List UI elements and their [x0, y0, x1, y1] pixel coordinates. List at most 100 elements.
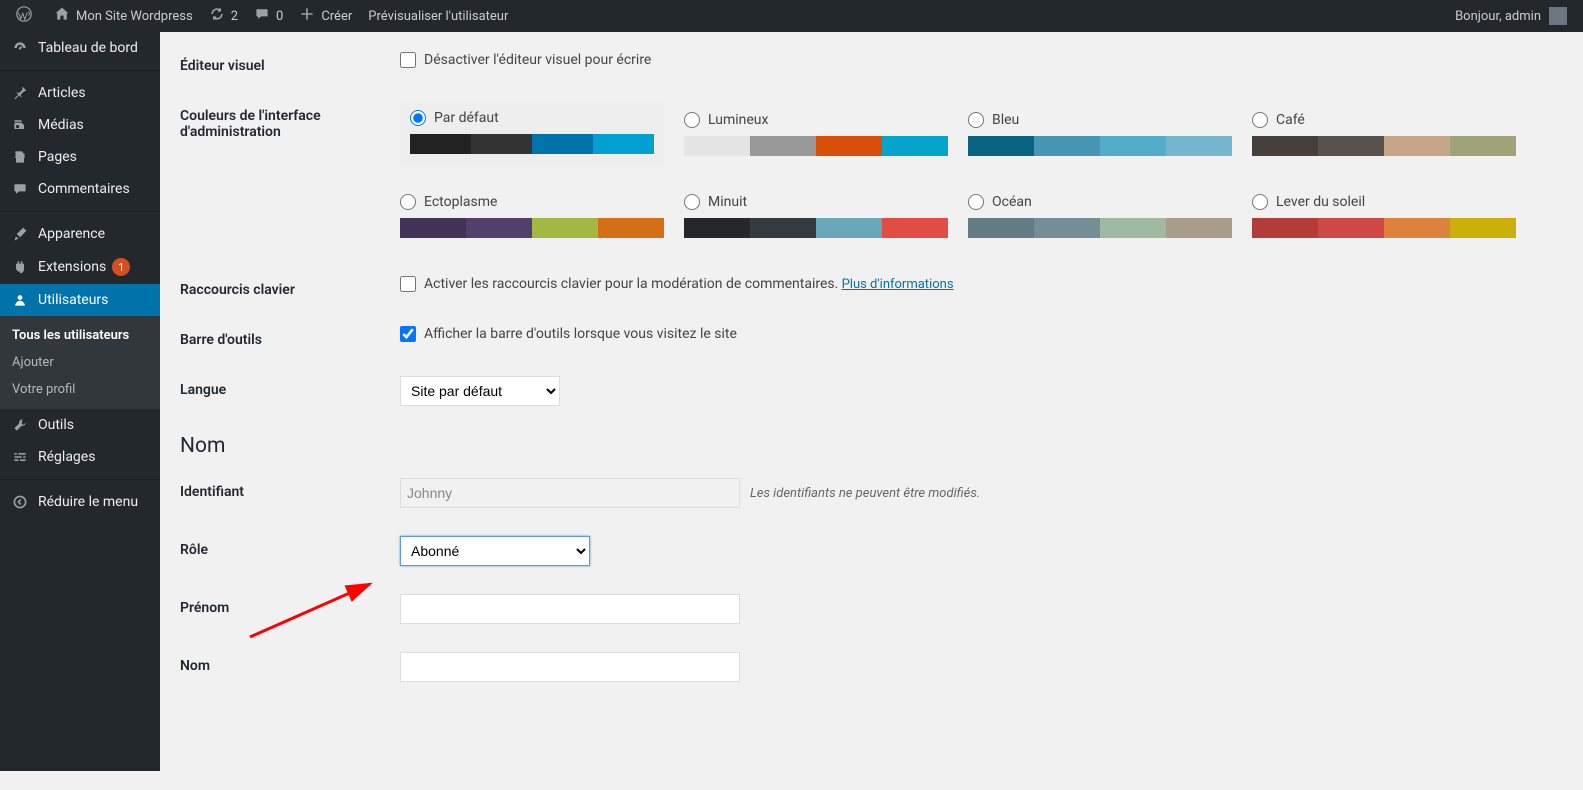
admin-sidebar: Tableau de bord Articles Médias Pages Co… — [0, 32, 160, 771]
color-scheme-name: Lumineux — [708, 112, 768, 128]
color-scheme-option[interactable]: Bleu — [968, 102, 1232, 166]
shortcuts-label: Raccourcis clavier — [180, 276, 400, 298]
menu-collapse[interactable]: Réduire le menu — [0, 486, 160, 518]
page-icon — [10, 149, 30, 165]
menu-label: Réduire le menu — [38, 494, 138, 510]
menu-label: Apparence — [38, 226, 105, 242]
comment-icon — [254, 6, 270, 26]
menu-dashboard[interactable]: Tableau de bord — [0, 32, 160, 64]
color-scheme-radio[interactable] — [1252, 112, 1268, 128]
color-scheme-option[interactable]: Minuit — [684, 184, 948, 248]
color-scheme-option[interactable]: Café — [1252, 102, 1516, 166]
brush-icon — [10, 226, 30, 242]
wrench-icon — [10, 417, 30, 433]
language-select[interactable]: Site par défaut — [400, 376, 560, 406]
wp-logo[interactable] — [8, 0, 46, 32]
lastname-input[interactable] — [400, 652, 740, 682]
menu-users[interactable]: Utilisateurs — [0, 284, 160, 316]
menu-label: Articles — [38, 85, 86, 101]
preview-user-link[interactable]: Prévisualiser l'utilisateur — [360, 0, 516, 32]
color-swatch — [1252, 136, 1516, 156]
comments-link[interactable]: 0 — [246, 0, 291, 32]
toolbar-checkbox[interactable] — [400, 326, 416, 342]
shortcuts-more-info-link[interactable]: Plus d'informations — [842, 277, 954, 292]
plugin-icon — [10, 259, 30, 275]
role-label: Rôle — [180, 536, 400, 558]
username-input — [400, 478, 740, 508]
color-scheme-option[interactable]: Océan — [968, 184, 1232, 248]
main-content: Éditeur visuel Désactiver l'éditeur visu… — [160, 32, 1583, 790]
color-scheme-radio[interactable] — [684, 112, 700, 128]
color-scheme-radio[interactable] — [968, 112, 984, 128]
color-scheme-radio[interactable] — [410, 110, 426, 126]
color-scheme-option[interactable]: Lever du soleil — [1252, 184, 1516, 248]
color-scheme-radio[interactable] — [400, 194, 416, 210]
color-swatch — [400, 218, 664, 238]
color-scheme-radio[interactable] — [684, 194, 700, 210]
firstname-input[interactable] — [400, 594, 740, 624]
toolbar-option[interactable]: Afficher la barre d'outils lorsque vous … — [400, 326, 737, 342]
pin-icon — [10, 85, 30, 101]
menu-label: Utilisateurs — [38, 292, 108, 308]
color-scheme-name: Lever du soleil — [1276, 194, 1365, 210]
section-name-heading: Nom — [180, 434, 1563, 458]
color-scheme-name: Café — [1276, 112, 1305, 128]
submenu-your-profile[interactable]: Votre profil — [0, 376, 160, 403]
menu-settings[interactable]: Réglages — [0, 441, 160, 473]
color-scheme-name: Ectoplasme — [424, 194, 497, 210]
updates-link[interactable]: 2 — [201, 0, 246, 32]
admin-toolbar: Mon Site Wordpress 2 0 Créer Prévisualis… — [0, 0, 1583, 32]
color-scheme-name: Minuit — [708, 194, 747, 210]
role-select[interactable]: Abonné — [400, 536, 590, 566]
firstname-label: Prénom — [180, 594, 400, 616]
admin-color-label: Couleurs de l'interface d'administration — [180, 102, 400, 140]
color-scheme-radio[interactable] — [1252, 194, 1268, 210]
collapse-icon — [10, 494, 30, 510]
lastname-label: Nom — [180, 652, 400, 674]
comment-icon — [10, 181, 30, 197]
username-label: Identifiant — [180, 478, 400, 500]
visual-editor-checkbox[interactable] — [400, 52, 416, 68]
menu-media[interactable]: Médias — [0, 109, 160, 141]
color-scheme-option[interactable]: Ectoplasme — [400, 184, 664, 248]
menu-label: Tableau de bord — [38, 40, 138, 56]
submenu-add-user[interactable]: Ajouter — [0, 349, 160, 376]
media-icon — [10, 117, 30, 133]
user-icon — [10, 292, 30, 308]
menu-plugins[interactable]: Extensions 1 — [0, 250, 160, 284]
menu-appearance[interactable]: Apparence — [0, 218, 160, 250]
toolbar-label: Barre d'outils — [180, 326, 400, 348]
language-label: Langue — [180, 376, 400, 398]
account-link[interactable]: Bonjour, admin — [1447, 0, 1575, 32]
site-name-link[interactable]: Mon Site Wordpress — [46, 0, 201, 32]
menu-label: Extensions — [38, 259, 106, 275]
refresh-icon — [209, 6, 225, 26]
color-swatch — [1252, 218, 1516, 238]
menu-label: Réglages — [38, 449, 95, 465]
wordpress-icon — [16, 6, 32, 26]
menu-tools[interactable]: Outils — [0, 409, 160, 441]
avatar — [1549, 7, 1567, 25]
menu-label: Pages — [38, 149, 77, 165]
menu-label: Outils — [38, 417, 74, 433]
visual-editor-option[interactable]: Désactiver l'éditeur visuel pour écrire — [400, 52, 651, 68]
menu-pages[interactable]: Pages — [0, 141, 160, 173]
submenu-all-users[interactable]: Tous les utilisateurs — [0, 322, 160, 349]
color-scheme-radio[interactable] — [968, 194, 984, 210]
color-swatch — [684, 136, 948, 156]
dashboard-icon — [10, 40, 30, 56]
shortcuts-checkbox[interactable] — [400, 276, 416, 292]
menu-posts[interactable]: Articles — [0, 77, 160, 109]
new-content-link[interactable]: Créer — [291, 0, 360, 32]
color-scheme-option[interactable]: Lumineux — [684, 102, 948, 166]
color-swatch — [684, 218, 948, 238]
color-scheme-name: Océan — [992, 194, 1032, 210]
shortcuts-option[interactable]: Activer les raccourcis clavier pour la m… — [400, 276, 838, 292]
color-scheme-option[interactable]: Par défaut — [400, 102, 664, 166]
menu-comments[interactable]: Commentaires — [0, 173, 160, 205]
update-badge: 1 — [112, 258, 130, 276]
color-schemes-grid: Par défaut Lumineux Bleu Café Ectoplasme Minu… — [400, 102, 1563, 248]
menu-label: Médias — [38, 117, 84, 133]
home-icon — [54, 6, 70, 26]
menu-label: Commentaires — [38, 181, 130, 197]
